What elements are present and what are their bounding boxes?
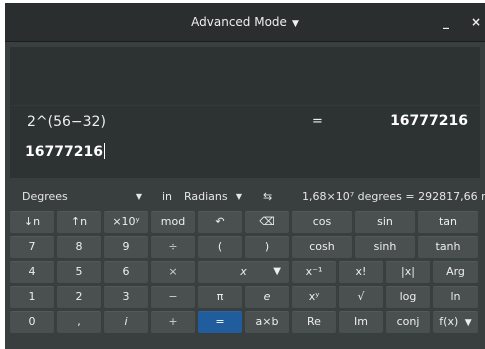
- key-imag-part[interactable]: Im: [339, 311, 383, 333]
- swap-units-button[interactable]: ⇆: [263, 185, 272, 209]
- key-real[interactable]: Re: [292, 311, 336, 333]
- key-sinh[interactable]: sinh: [355, 236, 415, 258]
- key-2[interactable]: 2: [57, 286, 101, 308]
- key-cos[interactable]: cos: [292, 211, 352, 233]
- key-sin[interactable]: sin: [355, 211, 415, 233]
- key-9[interactable]: 9: [104, 236, 148, 258]
- input-text: 16777216: [25, 144, 103, 160]
- conversion-result: 1,68×10⁷ degrees = 292817,66 radians: [302, 190, 485, 203]
- key-log[interactable]: log: [386, 286, 430, 308]
- in-label: in: [162, 190, 173, 203]
- history-expression: 2^(56−32): [27, 114, 106, 130]
- key-factorial[interactable]: x!: [339, 261, 383, 283]
- key-7[interactable]: 7: [10, 236, 54, 258]
- key-tan[interactable]: tan: [418, 211, 478, 233]
- key-e[interactable]: e: [245, 286, 289, 308]
- key-3[interactable]: 3: [104, 286, 148, 308]
- chevron-down-icon: ▼: [291, 19, 299, 29]
- key-8[interactable]: 8: [57, 236, 101, 258]
- key-ln[interactable]: ln: [433, 286, 478, 308]
- close-button[interactable]: ×: [465, 11, 485, 33]
- window-title: Advanced Mode: [191, 15, 287, 29]
- calculator-window: Advanced Mode ▼ _ × 2^(56−32) = 16777216 …: [5, 3, 485, 349]
- key-tanh[interactable]: tanh: [418, 236, 478, 258]
- key-inverse[interactable]: x⁻¹: [292, 261, 336, 283]
- history-divider: [10, 105, 480, 106]
- key-multiply[interactable]: ×: [151, 261, 195, 283]
- key-close-paren[interactable]: ): [245, 236, 289, 258]
- target-unit-dropdown[interactable]: Radians ▼: [184, 185, 242, 209]
- title-bar: Advanced Mode ▼ _ ×: [5, 3, 485, 42]
- history-result: 16777216: [390, 113, 468, 129]
- key-0[interactable]: 0: [10, 311, 54, 333]
- key-conj[interactable]: conj: [386, 311, 430, 333]
- key-sqrt[interactable]: √: [339, 286, 383, 308]
- key-arg[interactable]: Arg: [433, 261, 478, 283]
- key-cosh[interactable]: cosh: [292, 236, 352, 258]
- key-open-paren[interactable]: (: [198, 236, 242, 258]
- chevron-down-icon: ▼: [273, 266, 281, 277]
- dropdown-arrow-icon: ▼: [235, 192, 242, 201]
- variable-label: x: [240, 265, 247, 278]
- undo-icon[interactable]: ↶: [198, 211, 242, 233]
- angle-unit-dropdown[interactable]: Degrees ▼: [22, 185, 142, 209]
- function-menu-button[interactable]: f(x) ▼: [433, 311, 478, 333]
- variable-menu-button[interactable]: x ▼: [198, 261, 289, 283]
- target-unit-label: Radians: [184, 190, 228, 203]
- mode-menu-button[interactable]: Advanced Mode ▼: [5, 3, 485, 41]
- text-caret: [103, 143, 105, 159]
- key-decimal[interactable]: ,: [57, 311, 101, 333]
- key-up-n[interactable]: ↑n: [57, 211, 101, 233]
- key-mod[interactable]: mod: [151, 211, 195, 233]
- expression-input[interactable]: 16777216: [25, 143, 105, 160]
- key-add[interactable]: +: [151, 311, 195, 333]
- history-equals: =: [312, 114, 323, 129]
- dropdown-arrow-icon: ▼: [135, 192, 142, 201]
- function-label: f(x): [439, 315, 459, 328]
- key-subtract[interactable]: −: [151, 286, 195, 308]
- key-4[interactable]: 4: [10, 261, 54, 283]
- key-factorize[interactable]: a×b: [245, 311, 289, 333]
- angle-unit-label: Degrees: [22, 190, 68, 203]
- key-6[interactable]: 6: [104, 261, 148, 283]
- chevron-down-icon: ▼: [464, 318, 472, 328]
- key-down-n[interactable]: ↓n: [10, 211, 54, 233]
- key-1[interactable]: 1: [10, 286, 54, 308]
- key-divide[interactable]: ÷: [151, 236, 195, 258]
- key-5[interactable]: 5: [57, 261, 101, 283]
- key-abs[interactable]: |x|: [386, 261, 430, 283]
- options-bar: Degrees ▼ in Radians ▼ ⇆ 1,68×10⁷ degree…: [10, 185, 485, 209]
- key-equals[interactable]: =: [198, 311, 242, 333]
- key-power[interactable]: xʸ: [292, 286, 336, 308]
- minimize-button[interactable]: _: [435, 11, 457, 33]
- key-imaginary[interactable]: i: [104, 311, 148, 333]
- backspace-icon[interactable]: ⌫: [245, 211, 289, 233]
- key-times-ten-power[interactable]: ×10ʸ: [104, 211, 148, 233]
- key-pi[interactable]: π: [198, 286, 242, 308]
